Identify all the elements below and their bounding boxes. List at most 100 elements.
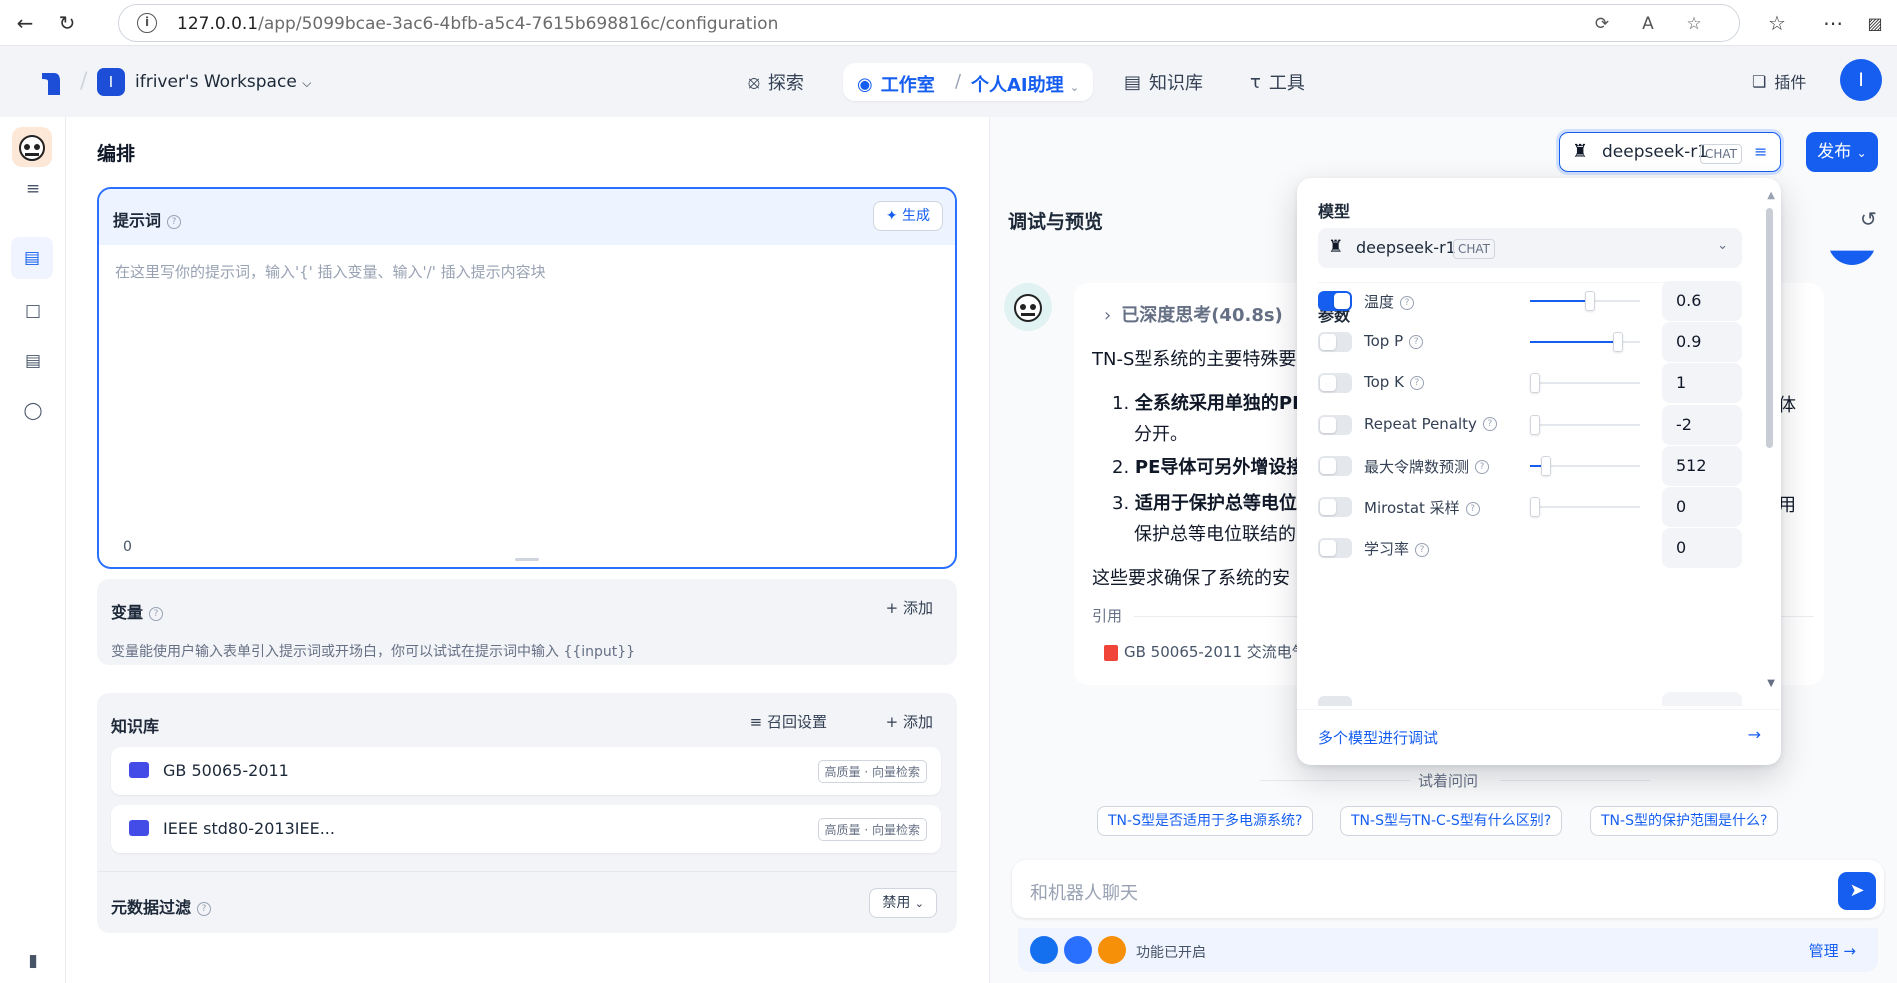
app-icon[interactable] <box>12 127 52 167</box>
param-toggle[interactable] <box>1318 497 1352 517</box>
generate-button[interactable]: ✦ 生成 <box>872 201 943 231</box>
citation-item[interactable]: GB 50065-2011 交流电气 <box>1104 641 1307 662</box>
chevron-down-icon: ⌄ <box>1717 238 1728 253</box>
param-toggle[interactable] <box>1318 538 1352 559</box>
param-toggle[interactable] <box>1318 455 1352 476</box>
nav-studio[interactable]: ◉ 工作室 / 个人AI助理 ⌄ <box>843 63 1093 101</box>
user-avatar[interactable]: I <box>1840 59 1882 101</box>
param-slider[interactable] <box>1530 455 1640 476</box>
param-toggle[interactable] <box>1318 332 1352 353</box>
dify-logo-icon[interactable] <box>40 71 62 97</box>
param-value-input[interactable]: 0.9 <box>1662 322 1742 363</box>
site-info-icon[interactable]: i <box>137 13 157 33</box>
debug-title: 调试与预览 <box>1008 211 1104 233</box>
left-rail: ≡ ▤ □ ▤ ◯ ▮ <box>0 117 66 983</box>
help-icon[interactable]: ? <box>1465 501 1480 516</box>
nav-knowledge[interactable]: ▤ 知识库 <box>1124 69 1203 95</box>
multi-model-debug-link[interactable]: 多个模型进行调试 <box>1318 727 1438 748</box>
help-icon[interactable]: ? <box>1400 295 1415 310</box>
model-settings-popover: ▲ ▼ 模型 ♜ deepseek-r1 CHAT ⌄ 参数 温度? 0.6 Top… <box>1297 178 1781 765</box>
model-select[interactable]: ♜ deepseek-r1 CHAT ⌄ <box>1318 228 1742 268</box>
help-icon[interactable]: ? <box>167 214 182 229</box>
favorites-icon[interactable]: ☆ <box>1762 8 1792 38</box>
param-toggle[interactable] <box>1318 414 1352 435</box>
param-value-input[interactable]: 512 <box>1662 445 1742 486</box>
nav-tools[interactable]: τ 工具 <box>1250 69 1305 95</box>
param-label: Top K? <box>1364 373 1424 391</box>
back-icon[interactable]: ← <box>10 8 40 38</box>
orchestrate-icon[interactable]: ▤ <box>11 237 53 279</box>
address-bar[interactable]: i 127.0.0.1/app/5099bcae-3ac6-4bfb-a5c4-… <box>118 4 1740 42</box>
param-value-input[interactable]: 1 <box>1662 363 1742 404</box>
send-button[interactable]: ➤ <box>1838 872 1876 910</box>
monitor-icon[interactable]: ◯ <box>19 397 47 425</box>
slider-thumb[interactable] <box>1612 332 1623 353</box>
thinking-toggle[interactable]: › 已深度思考(40.8s) <box>1104 301 1283 327</box>
read-aloud-icon[interactable]: A <box>1637 13 1659 35</box>
slider-thumb[interactable] <box>1541 455 1552 476</box>
publish-button[interactable]: 发布 ⌄ <box>1806 132 1878 172</box>
metadata-filter-select[interactable]: 禁用 ⌄ <box>869 888 937 918</box>
param-toggle[interactable] <box>1318 373 1352 394</box>
collapse-sidebar-icon[interactable]: ▮ <box>19 947 47 975</box>
scroll-down-icon[interactable]: ▼ <box>1767 678 1775 689</box>
help-icon[interactable]: ? <box>149 606 164 621</box>
prompt-editor[interactable]: 提示词? ✦ 生成 在这里写你的提示词，输入'{' 插入变量、输入'/' 插入提… <box>97 187 957 569</box>
param-value-input[interactable]: -2 <box>1662 404 1742 445</box>
scroll-up-icon[interactable]: ▲ <box>1767 190 1775 201</box>
reload-icon[interactable]: ↻ <box>52 8 82 38</box>
slider-thumb[interactable] <box>1585 291 1596 311</box>
add-variable-button[interactable]: + 添加 <box>886 597 933 618</box>
knowledge-item[interactable]: GB 50065-2011 高质量 · 向量检索 <box>111 747 941 795</box>
help-icon[interactable]: ? <box>1475 460 1490 475</box>
help-icon[interactable]: ? <box>1415 542 1430 557</box>
suggested-question[interactable]: TN-S型是否适用于多电源系统? <box>1097 806 1314 836</box>
workspace-badge[interactable]: I <box>97 68 125 96</box>
param-slider[interactable] <box>1530 497 1640 517</box>
manage-features-button[interactable]: 管理 → <box>1809 940 1856 961</box>
workspace-switcher[interactable]: ifriver's Workspace ⌵ <box>135 72 311 92</box>
arrow-right-icon[interactable]: → <box>1748 725 1761 744</box>
terminal-icon[interactable]: □ <box>19 297 47 325</box>
nav-plugins[interactable]: ❏ 插件 <box>1752 69 1806 93</box>
help-icon[interactable]: ? <box>1409 375 1424 390</box>
divider <box>1500 780 1650 781</box>
suggested-question[interactable]: TN-S型的保护范围是什么? <box>1590 806 1779 836</box>
param-slider[interactable] <box>1530 291 1640 311</box>
cube-icon: ❏ <box>1752 71 1767 91</box>
param-value-input[interactable]: 0.6 <box>1662 281 1742 321</box>
favorite-star-icon[interactable]: ☆ <box>1683 13 1705 35</box>
help-icon[interactable]: ? <box>1409 334 1424 349</box>
recall-settings-button[interactable]: ≡ 召回设置 <box>750 711 827 732</box>
settings-sliders-icon[interactable]: ≡ <box>19 175 47 203</box>
param-slider[interactable] <box>1530 414 1640 435</box>
param-slider[interactable] <box>1530 332 1640 353</box>
knowledge-panel: 知识库 ≡ 召回设置 + 添加 GB 50065-2011 高质量 · 向量检索… <box>97 693 957 881</box>
slider-thumb[interactable] <box>1530 373 1540 394</box>
app-switcher[interactable]: 个人AI助理 ⌄ <box>971 71 1079 97</box>
help-icon[interactable]: ? <box>197 901 212 916</box>
sidebar-toggle-icon[interactable]: ▨ <box>1860 8 1890 38</box>
param-slider[interactable] <box>1530 373 1640 394</box>
logs-icon[interactable]: ▤ <box>19 347 47 375</box>
param-value-input[interactable]: 0 <box>1662 487 1742 527</box>
param-toggle[interactable] <box>1318 291 1352 311</box>
sliders-icon: ≡ <box>1754 142 1768 161</box>
slider-thumb[interactable] <box>1530 414 1540 435</box>
resize-handle[interactable] <box>515 558 539 561</box>
translate-icon[interactable]: ⟳ <box>1591 13 1613 35</box>
add-knowledge-button[interactable]: + 添加 <box>886 711 933 732</box>
suggested-question[interactable]: TN-S型与TN-C-S型有什么区别? <box>1340 806 1563 836</box>
param-value-input[interactable]: 0 <box>1662 528 1742 569</box>
chat-input[interactable]: 和机器人聊天 ➤ <box>1012 860 1884 918</box>
url-text: 127.0.0.1/app/5099bcae-3ac6-4bfb-a5c4-76… <box>177 14 779 34</box>
model-selector-button[interactable]: ♜ deepseek-r1 CHAT ≡ <box>1559 132 1781 172</box>
slider-thumb[interactable] <box>1530 497 1540 517</box>
scrollbar[interactable] <box>1766 208 1773 448</box>
nav-explore[interactable]: ⦻ 探索 <box>748 69 804 95</box>
knowledge-item[interactable]: IEEE std80-2013IEE... 高质量 · 向量检索 <box>111 805 941 853</box>
more-menu-icon[interactable]: ⋯ <box>1818 8 1848 38</box>
quote-icon <box>1098 936 1126 964</box>
help-icon[interactable]: ? <box>1482 417 1497 432</box>
restart-icon[interactable]: ↺ <box>1860 207 1877 231</box>
